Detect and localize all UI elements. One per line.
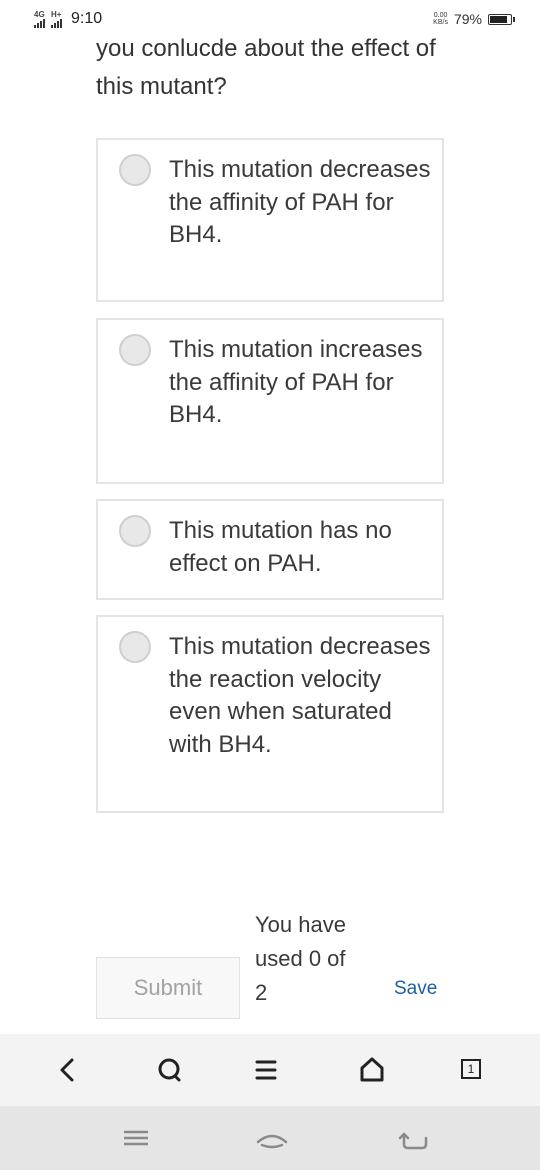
answer-option-1[interactable]: This mutation decreases the affinity of … (96, 138, 444, 302)
signal-label-4g: 4G (34, 10, 45, 19)
answer-option-label: This mutation decreases the affinity of … (169, 156, 431, 248)
nav-home-icon[interactable] (252, 1120, 292, 1156)
attempts-text: You have used 0 of 2 (255, 912, 346, 1005)
radio-button[interactable] (119, 154, 151, 186)
answer-option-3[interactable]: This mutation has no effect on PAH. (96, 499, 444, 600)
battery-icon (488, 13, 515, 25)
cellular-signal-hplus: H+ (51, 11, 62, 28)
save-button[interactable]: Save (394, 978, 437, 1000)
clock: 9:10 (71, 10, 103, 27)
submit-button[interactable]: Submit (96, 957, 240, 1019)
question-text: you conlucde about the effect of this mu… (96, 35, 436, 100)
status-left: 4G H+ 9:10 (34, 10, 102, 28)
recent-apps-icon[interactable] (116, 1120, 156, 1156)
radio-button[interactable] (119, 631, 151, 663)
cellular-signal-4g: 4G (34, 11, 45, 28)
home-icon[interactable] (354, 1052, 390, 1088)
answer-option-label: This mutation increases the affinity of … (169, 336, 423, 428)
battery-fill (490, 15, 508, 23)
back-icon[interactable] (50, 1052, 86, 1088)
tab-count: 1 (461, 1059, 481, 1079)
attempts-counter: You have used 0 of 2 (255, 908, 365, 1034)
tabs-icon[interactable]: 1 (456, 1052, 492, 1088)
browser-toolbar: 1 (0, 1034, 540, 1106)
search-icon[interactable] (152, 1052, 188, 1088)
nav-back-icon[interactable] (394, 1120, 434, 1156)
network-speed-unit: KB/s (433, 19, 448, 26)
network-speed: 0.00 KB/s (433, 12, 448, 26)
signal-bars-icon (51, 19, 62, 28)
status-right: 0.00 KB/s 79% (433, 11, 515, 27)
answer-option-4[interactable]: This mutation decreases the reaction vel… (96, 615, 444, 813)
answer-option-label: This mutation decreases the reaction vel… (169, 633, 431, 758)
signal-bars-icon (34, 19, 45, 28)
radio-button[interactable] (119, 515, 151, 547)
signal-label-hplus: H+ (51, 10, 62, 19)
radio-button[interactable] (119, 334, 151, 366)
battery-percent: 79% (453, 11, 482, 27)
network-speed-value: 0.00 (433, 12, 448, 19)
system-nav-bar (0, 1106, 540, 1170)
menu-icon[interactable] (248, 1052, 284, 1088)
answer-option-2[interactable]: This mutation increases the affinity of … (96, 318, 444, 484)
answer-option-label: This mutation has no effect on PAH. (169, 517, 392, 577)
